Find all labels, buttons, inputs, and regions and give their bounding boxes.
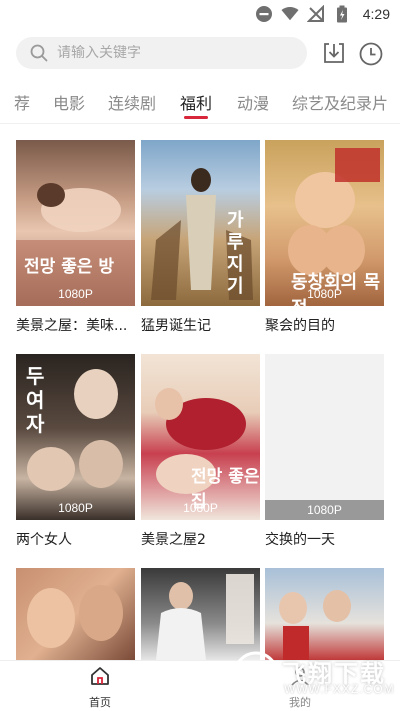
video-card[interactable] bbox=[265, 568, 384, 660]
video-card[interactable] bbox=[16, 568, 135, 660]
history-clock-icon[interactable] bbox=[358, 41, 384, 67]
video-card[interactable]: 1080P 交换的一天 bbox=[265, 354, 384, 549]
video-card[interactable]: 가루지기 猛男诞生记 bbox=[141, 140, 260, 335]
tab-welfare[interactable]: 福利 bbox=[180, 90, 212, 114]
video-poster: 두여자 1080P bbox=[16, 354, 135, 520]
home-icon bbox=[89, 665, 111, 691]
wifi-icon bbox=[281, 5, 299, 23]
video-poster: 1080P bbox=[265, 354, 384, 520]
status-bar: 4:29 bbox=[0, 0, 400, 28]
quality-badge: 1080P bbox=[307, 287, 342, 301]
do-not-disturb-icon bbox=[255, 5, 273, 23]
video-card[interactable]: 전망 좋은 방 1080P 美景之屋：美味... bbox=[16, 140, 135, 335]
video-poster: 전망 좋은 집 1080P bbox=[141, 354, 260, 520]
no-signal-icon bbox=[306, 5, 325, 23]
video-card[interactable] bbox=[141, 568, 260, 660]
poster-title-text: 가루지기 bbox=[227, 210, 244, 297]
poster-title-text: 두여자 bbox=[26, 364, 45, 436]
search-input[interactable] bbox=[57, 45, 287, 61]
poster-title-text: 전망 좋은 방 bbox=[24, 257, 115, 277]
video-title: 两个女人 bbox=[16, 532, 72, 548]
video-poster bbox=[16, 568, 135, 660]
nav-home[interactable]: 首页 bbox=[82, 665, 118, 709]
video-card[interactable]: 전망 좋은 집 1080P 美景之屋2 bbox=[141, 354, 260, 549]
video-poster bbox=[141, 568, 260, 660]
watermark: 飞翔下载 WWW.FXXZ.COM bbox=[232, 648, 395, 700]
quality-badge: 1080P bbox=[58, 287, 93, 301]
video-card[interactable]: 두여자 1080P 两个女人 bbox=[16, 354, 135, 549]
video-poster: 가루지기 bbox=[141, 140, 260, 306]
video-title: 美景之屋：美味... bbox=[16, 318, 128, 334]
nav-home-label: 首页 bbox=[89, 696, 111, 709]
search-box[interactable] bbox=[16, 37, 307, 69]
download-icon[interactable] bbox=[322, 41, 346, 65]
category-tabs: 荐 电影 连续剧 福利 动漫 综艺及纪录片 bbox=[0, 80, 400, 124]
quality-badge: 1080P bbox=[58, 501, 93, 515]
quality-badge: 1080P bbox=[183, 501, 218, 515]
active-tab-indicator bbox=[184, 116, 208, 119]
tab-recommend[interactable]: 荐 bbox=[14, 90, 30, 114]
battery-charging-icon bbox=[333, 5, 351, 23]
video-title: 交换的一天 bbox=[265, 532, 335, 548]
video-poster: 전망 좋은 방 1080P bbox=[16, 140, 135, 306]
tab-anime[interactable]: 动漫 bbox=[237, 90, 269, 114]
video-poster bbox=[265, 568, 384, 660]
tab-movies[interactable]: 电影 bbox=[53, 90, 85, 114]
status-time: 4:29 bbox=[362, 6, 390, 22]
tab-variety-documentary[interactable]: 综艺及纪录片 bbox=[292, 90, 388, 114]
tab-series[interactable]: 连续剧 bbox=[108, 90, 156, 114]
search-row bbox=[0, 34, 400, 72]
video-poster: 동창회의 목적 1080P bbox=[265, 140, 384, 306]
video-title: 猛男诞生记 bbox=[141, 318, 211, 334]
video-title: 美景之屋2 bbox=[141, 532, 206, 548]
search-icon bbox=[30, 44, 48, 62]
video-card[interactable]: 동창회의 목적 1080P 聚会的目的 bbox=[265, 140, 384, 335]
quality-badge: 1080P bbox=[265, 500, 384, 520]
video-title: 聚会的目的 bbox=[265, 318, 335, 334]
watermark-url: WWW.FXXZ.COM bbox=[284, 682, 395, 696]
